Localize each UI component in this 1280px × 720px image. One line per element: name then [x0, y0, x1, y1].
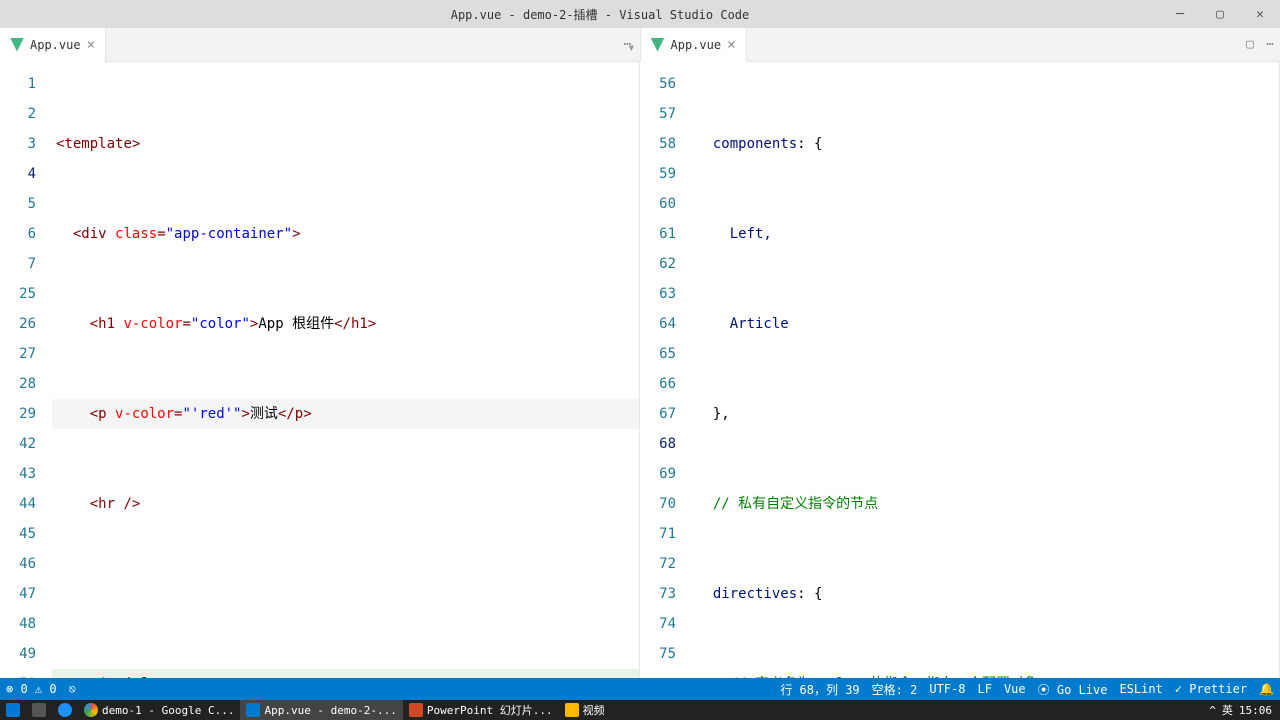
maximize-button[interactable]: ▢: [1200, 0, 1240, 28]
editor-pane-left[interactable]: 1 2 3 4 5 6 7 25 26 27 28 29 42 43 44 45…: [0, 62, 640, 682]
start-button[interactable]: [0, 700, 26, 720]
breadcrumb-icon: ▾: [627, 40, 635, 56]
prettier-status[interactable]: ✓ Prettier: [1169, 682, 1253, 696]
tab-close-icon[interactable]: ×: [87, 37, 95, 53]
window-titlebar: App.vue - demo-2-插槽 - Visual Studio Code…: [0, 0, 1280, 28]
language-mode[interactable]: Vue: [998, 682, 1032, 696]
system-tray[interactable]: ^ 英 15:06: [1209, 702, 1280, 718]
taskbar-chrome[interactable]: demo-1 - Google C...: [78, 700, 240, 720]
problems-indicator[interactable]: ⊗ 0 ⚠ 0: [0, 682, 63, 696]
cursor-position[interactable]: 行 68，列 39: [774, 681, 865, 698]
windows-taskbar: demo-1 - Google C... App.vue - demo-2-..…: [0, 700, 1280, 720]
tab-close-icon[interactable]: ×: [727, 37, 735, 53]
tab-overflow-icon[interactable]: ⋯: [1266, 37, 1274, 52]
taskbar-vscode[interactable]: App.vue - demo-2-...: [240, 700, 402, 720]
status-bar: ⊗ 0 ⚠ 0 ⎋ 行 68，列 39 空格: 2 UTF-8 LF Vue ⦿…: [0, 678, 1280, 700]
encoding[interactable]: UTF-8: [923, 682, 971, 696]
indentation[interactable]: 空格: 2: [866, 681, 924, 698]
tray-chevron-icon[interactable]: ^: [1209, 704, 1216, 717]
tab-app-vue-left[interactable]: App.vue ×: [0, 28, 106, 62]
tab-app-vue-right[interactable]: App.vue ×: [641, 28, 747, 62]
code-content-right[interactable]: components: { Left, Article }, // 私有自定义指…: [692, 62, 1279, 682]
line-gutter: 56 57 58 59 60 61 62 63 64 65 66 67 68 6…: [640, 62, 692, 682]
line-gutter: 1 2 3 4 5 6 7 25 26 27 28 29 42 43 44 45…: [0, 62, 52, 682]
editor-area: 1 2 3 4 5 6 7 25 26 27 28 29 42 43 44 45…: [0, 62, 1280, 682]
eol[interactable]: LF: [971, 682, 997, 696]
minimize-button[interactable]: ─: [1160, 0, 1200, 28]
eslint-status[interactable]: ESLint: [1113, 682, 1168, 696]
clock[interactable]: 15:06: [1239, 704, 1272, 717]
code-content-left[interactable]: <template> <div class="app-container"> <…: [52, 62, 639, 682]
taskbar-edge[interactable]: [52, 700, 78, 720]
git-icon[interactable]: ⎋: [63, 682, 82, 696]
taskbar-powerpoint[interactable]: PowerPoint 幻灯片...: [403, 700, 559, 720]
notifications-icon[interactable]: 🔔: [1253, 682, 1280, 696]
taskbar-video[interactable]: 视频: [559, 700, 611, 720]
taskbar-search[interactable]: [26, 700, 52, 720]
ime-indicator[interactable]: 英: [1222, 702, 1233, 718]
vue-icon: [10, 38, 24, 52]
editor-tabs: App.vue × ⋯ ▾ App.vue × ▢ ⋯: [0, 28, 1280, 62]
go-live[interactable]: ⦿ Go Live: [1032, 681, 1114, 698]
window-title: App.vue - demo-2-插槽 - Visual Studio Code: [40, 6, 1160, 23]
editor-pane-right[interactable]: 56 57 58 59 60 61 62 63 64 65 66 67 68 6…: [640, 62, 1280, 682]
vue-icon: [651, 38, 665, 52]
close-button[interactable]: ✕: [1240, 0, 1280, 28]
